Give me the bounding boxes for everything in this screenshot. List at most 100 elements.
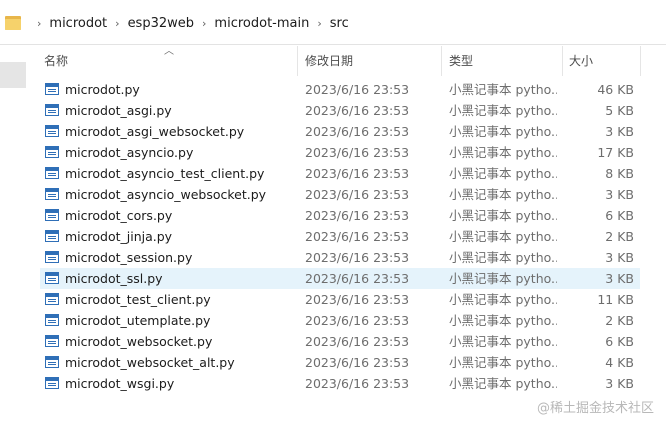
file-row[interactable]: microdot_websocket.py 2023/6/16 23:53 小黑记事… bbox=[40, 331, 640, 352]
file-type: 小黑记事本 pytho... bbox=[449, 292, 557, 307]
python-file-icon bbox=[45, 104, 59, 116]
file-date: 2023/6/16 23:53 bbox=[305, 355, 410, 370]
file-type: 小黑记事本 pytho... bbox=[449, 355, 557, 370]
file-row[interactable]: microdot_ssl.py 2023/6/16 23:53 小黑记事本 pyth… bbox=[40, 268, 640, 289]
file-type: 小黑记事本 pytho... bbox=[449, 145, 557, 160]
file-row[interactable]: microdot_test_client.py 2023/6/16 23:53 小黑… bbox=[40, 289, 640, 310]
file-date: 2023/6/16 23:53 bbox=[305, 208, 410, 223]
file-type: 小黑记事本 pytho... bbox=[449, 124, 557, 139]
file-row[interactable]: microdot_asgi_websocket.py 2023/6/16 23:5… bbox=[40, 121, 640, 142]
chevron-right-icon[interactable]: › bbox=[317, 17, 321, 30]
file-name: microdot_session.py bbox=[65, 250, 193, 265]
file-type: 小黑记事本 pytho... bbox=[449, 334, 557, 349]
python-file-icon bbox=[45, 188, 59, 200]
file-size: 8 KB bbox=[605, 166, 634, 181]
file-date: 2023/6/16 23:53 bbox=[305, 187, 410, 202]
python-file-icon bbox=[45, 272, 59, 284]
file-list: microdot.py 2023/6/16 23:53 小黑记事本 pytho...… bbox=[40, 79, 640, 394]
python-file-icon bbox=[45, 167, 59, 179]
file-row[interactable]: microdot_asyncio_websocket.py 2023/6/16 2… bbox=[40, 184, 640, 205]
breadcrumb-item[interactable]: microdot bbox=[49, 16, 107, 31]
file-size: 17 KB bbox=[597, 145, 634, 160]
file-size: 5 KB bbox=[605, 103, 634, 118]
python-file-icon bbox=[45, 209, 59, 221]
file-size: 3 KB bbox=[605, 187, 634, 202]
column-divider[interactable] bbox=[562, 46, 563, 76]
file-name: microdot_asgi.py bbox=[65, 103, 172, 118]
file-name: microdot_asyncio_test_client.py bbox=[65, 166, 265, 181]
breadcrumb-item[interactable]: microdot-main bbox=[214, 16, 309, 31]
file-size: 3 KB bbox=[605, 376, 634, 391]
file-type: 小黑记事本 pytho... bbox=[449, 313, 557, 328]
python-file-icon bbox=[45, 125, 59, 137]
file-type: 小黑记事本 pytho... bbox=[449, 376, 557, 391]
column-divider[interactable] bbox=[297, 46, 298, 76]
file-size: 6 KB bbox=[605, 208, 634, 223]
file-size: 4 KB bbox=[605, 355, 634, 370]
breadcrumb-item[interactable]: esp32web bbox=[128, 16, 194, 31]
file-name: microdot_asyncio_websocket.py bbox=[65, 187, 267, 202]
file-row[interactable]: microdot_asyncio.py 2023/6/16 23:53 小黑记事本 … bbox=[40, 142, 640, 163]
file-date: 2023/6/16 23:53 bbox=[305, 334, 410, 349]
file-row[interactable]: microdot_session.py 2023/6/16 23:53 小黑记事本 … bbox=[40, 247, 640, 268]
file-row[interactable]: microdot_wsgi.py 2023/6/16 23:53 小黑记事本 pyt… bbox=[40, 373, 640, 394]
file-name: microdot_asgi_websocket.py bbox=[65, 124, 245, 139]
file-row[interactable]: microdot.py 2023/6/16 23:53 小黑记事本 pytho...… bbox=[40, 79, 640, 100]
column-name[interactable]: 名称 bbox=[44, 46, 68, 76]
file-date: 2023/6/16 23:53 bbox=[305, 250, 410, 265]
file-size: 3 KB bbox=[605, 250, 634, 265]
file-type: 小黑记事本 pytho... bbox=[449, 187, 557, 202]
file-type: 小黑记事本 pytho... bbox=[449, 229, 557, 244]
file-name: microdot_websocket.py bbox=[65, 334, 213, 349]
file-row[interactable]: microdot_asyncio_test_client.py 2023/6/16… bbox=[40, 163, 640, 184]
file-row[interactable]: microdot_websocket_alt.py 2023/6/16 23:53… bbox=[40, 352, 640, 373]
column-divider[interactable] bbox=[640, 46, 641, 76]
file-date: 2023/6/16 23:53 bbox=[305, 292, 410, 307]
python-file-icon bbox=[45, 377, 59, 389]
file-name: microdot.py bbox=[65, 82, 140, 97]
file-date: 2023/6/16 23:53 bbox=[305, 124, 410, 139]
column-divider[interactable] bbox=[441, 46, 442, 76]
file-date: 2023/6/16 23:53 bbox=[305, 103, 410, 118]
file-type: 小黑记事本 pytho... bbox=[449, 82, 557, 97]
column-date[interactable]: 修改日期 bbox=[305, 46, 353, 76]
file-size: 3 KB bbox=[605, 124, 634, 139]
python-file-icon bbox=[45, 314, 59, 326]
file-size: 11 KB bbox=[597, 292, 634, 307]
file-type: 小黑记事本 pytho... bbox=[449, 166, 557, 181]
chevron-right-icon[interactable]: › bbox=[37, 17, 41, 30]
file-type: 小黑记事本 pytho... bbox=[449, 250, 557, 265]
file-name: microdot_cors.py bbox=[65, 208, 173, 223]
file-row[interactable]: microdot_cors.py 2023/6/16 23:53 小黑记事本 pyt… bbox=[40, 205, 640, 226]
file-name: microdot_ssl.py bbox=[65, 271, 163, 286]
column-size[interactable]: 大小 bbox=[569, 46, 593, 76]
file-name: microdot_jinja.py bbox=[65, 229, 173, 244]
file-row[interactable]: microdot_jinja.py 2023/6/16 23:53 小黑记事本 py… bbox=[40, 226, 640, 247]
file-name: microdot_asyncio.py bbox=[65, 145, 194, 160]
python-file-icon bbox=[45, 251, 59, 263]
file-row[interactable]: microdot_asgi.py 2023/6/16 23:53 小黑记事本 pyt… bbox=[40, 100, 640, 121]
file-date: 2023/6/16 23:53 bbox=[305, 271, 410, 286]
chevron-right-icon[interactable]: › bbox=[202, 17, 206, 30]
file-date: 2023/6/16 23:53 bbox=[305, 376, 410, 391]
file-type: 小黑记事本 pytho... bbox=[449, 208, 557, 223]
breadcrumb-item[interactable]: src bbox=[330, 16, 349, 31]
file-name: microdot_websocket_alt.py bbox=[65, 355, 235, 370]
file-date: 2023/6/16 23:53 bbox=[305, 166, 410, 181]
file-date: 2023/6/16 23:53 bbox=[305, 313, 410, 328]
file-date: 2023/6/16 23:53 bbox=[305, 145, 410, 160]
file-size: 3 KB bbox=[605, 271, 634, 286]
file-size: 2 KB bbox=[605, 229, 634, 244]
file-row[interactable]: microdot_utemplate.py 2023/6/16 23:53 小黑记事… bbox=[40, 310, 640, 331]
file-name: microdot_utemplate.py bbox=[65, 313, 211, 328]
python-file-icon bbox=[45, 335, 59, 347]
chevron-right-icon[interactable]: › bbox=[115, 17, 119, 30]
breadcrumb: › microdot › esp32web › microdot-main › src bbox=[5, 9, 665, 37]
address-bar[interactable]: › microdot › esp32web › microdot-main › src bbox=[0, 0, 666, 45]
python-file-icon bbox=[45, 230, 59, 242]
file-size: 2 KB bbox=[605, 313, 634, 328]
sort-up-icon[interactable]: ︿ bbox=[164, 42, 174, 57]
file-name: microdot_wsgi.py bbox=[65, 376, 175, 391]
column-type[interactable]: 类型 bbox=[449, 46, 473, 76]
python-file-icon bbox=[45, 293, 59, 305]
